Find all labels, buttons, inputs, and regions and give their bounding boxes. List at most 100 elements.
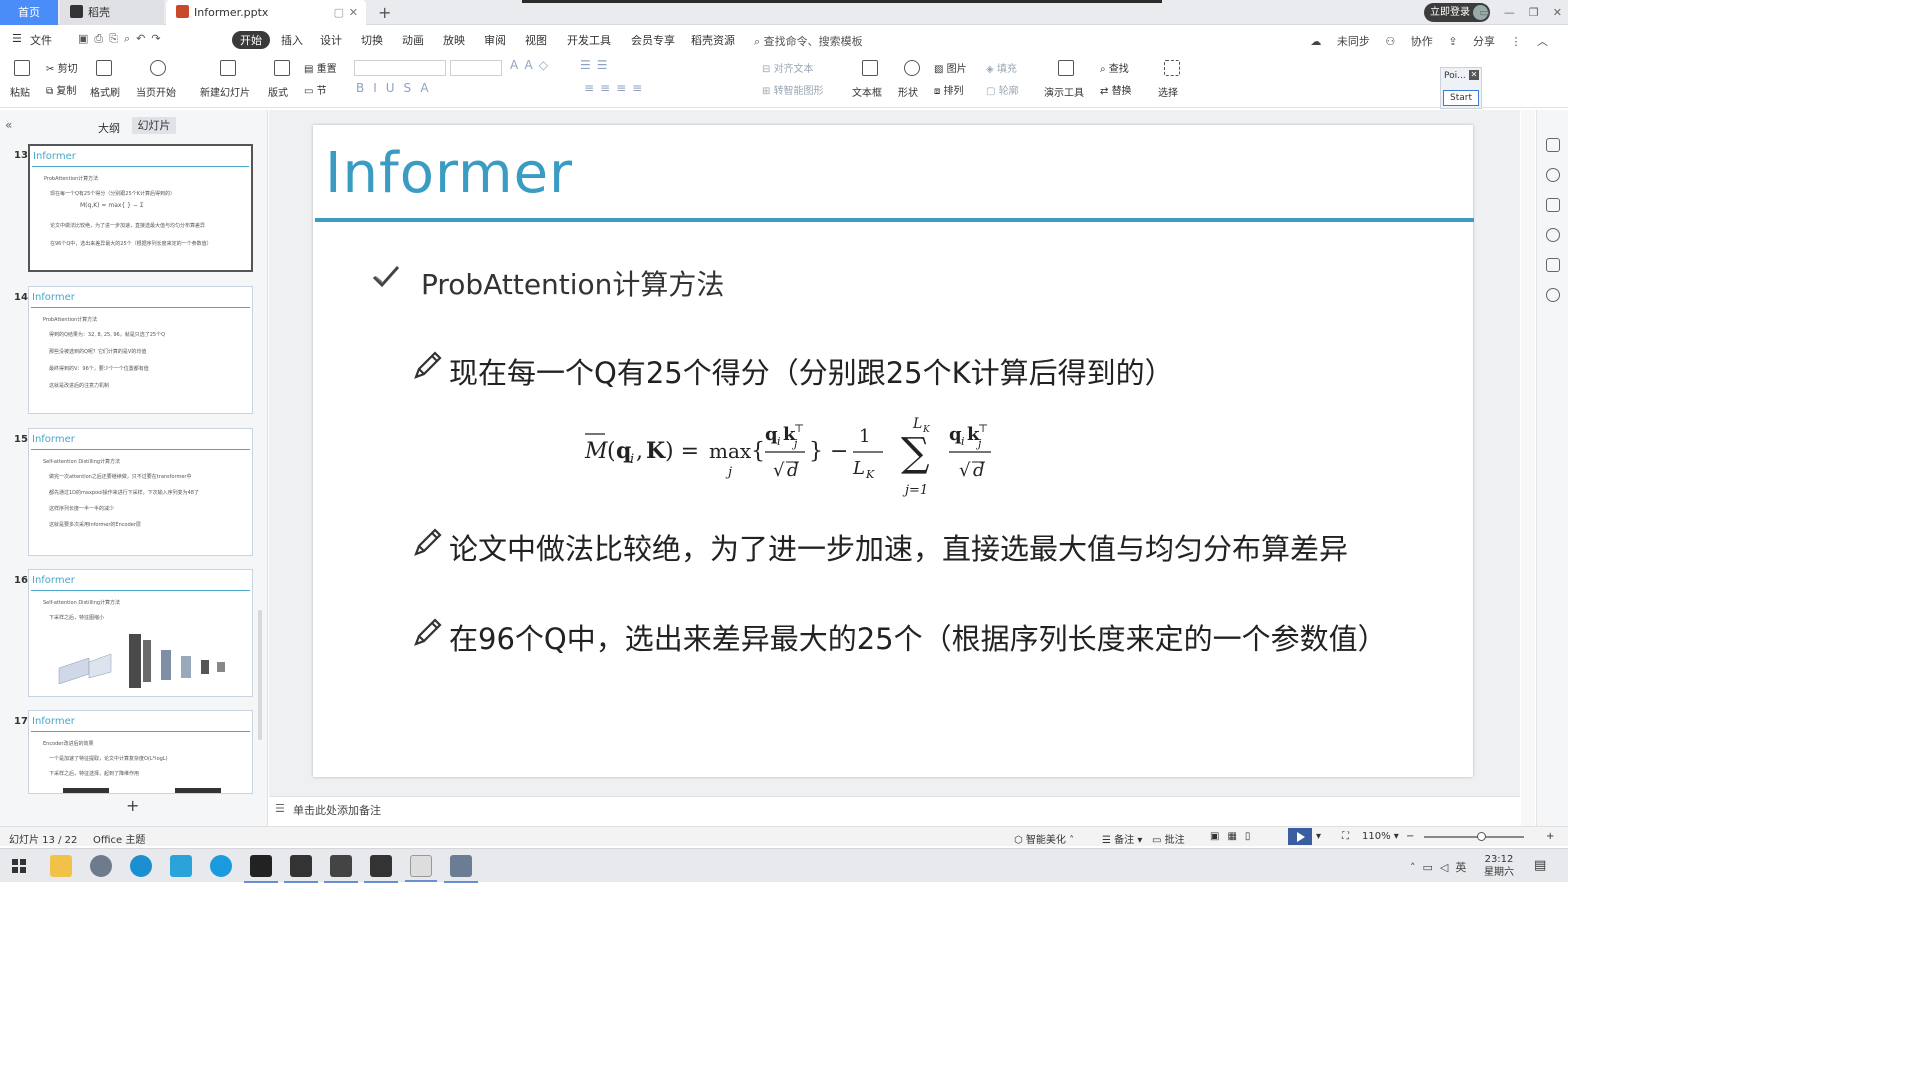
thumbnail-scrollbar[interactable] (258, 610, 262, 740)
tab-slides[interactable]: 幻灯片 (132, 117, 176, 134)
thumbnail-slide-15[interactable]: Informer Self-attention Distilling计算方法 做… (28, 428, 253, 556)
menu-slideshow[interactable]: 放映 (443, 32, 465, 48)
popup-close-icon[interactable]: ✕ (1469, 70, 1479, 80)
fill-button[interactable]: ◈ 填充 (986, 60, 1017, 75)
zoom-slider[interactable] (1424, 836, 1524, 838)
font-size-select[interactable] (450, 60, 502, 76)
zoom-slider-handle[interactable] (1477, 832, 1486, 841)
pycharm-icon[interactable] (244, 855, 278, 883)
app-icon[interactable] (364, 855, 398, 883)
app-icon[interactable] (210, 855, 232, 877)
paragraph-align-icons[interactable]: ≡≡≡≡ (584, 81, 648, 95)
format-painter-icon[interactable] (96, 60, 112, 76)
shape-button[interactable]: 形状 (898, 84, 918, 99)
thumbnail-slide-16[interactable]: Informer Self-attention Distilling计算方法 下… (28, 569, 253, 697)
add-slide-button[interactable]: + (126, 796, 139, 815)
settings-icon[interactable] (1546, 288, 1560, 302)
comments-button[interactable]: ▭ 批注 (1152, 831, 1185, 846)
slide-title[interactable]: Informer (325, 141, 573, 206)
section-button[interactable]: ▭ 节 (304, 82, 327, 97)
layout-button[interactable]: 版式 (268, 84, 288, 99)
file-explorer-icon[interactable] (50, 855, 72, 877)
hamburger-icon[interactable]: ☰ (12, 32, 22, 45)
tab-daoke[interactable]: 稻壳 (60, 0, 164, 25)
menu-insert[interactable]: 插入 (281, 32, 303, 48)
play-from-current-button[interactable]: 当页开始 (136, 84, 176, 99)
tray-expand-icon[interactable]: ˄ (1410, 861, 1416, 874)
pin-icon[interactable]: ▢ (334, 0, 344, 25)
beautify-button[interactable]: ⬡ 智能美化 ˄ (1014, 831, 1074, 846)
minimize-icon[interactable]: — (1504, 6, 1515, 19)
popup-start-button[interactable]: Start (1443, 90, 1479, 106)
menu-developer[interactable]: 开发工具 (567, 32, 611, 48)
slide-canvas[interactable]: Informer ProbAttention计算方法 现在每一个Q有25个得分（… (313, 125, 1474, 777)
copy-button[interactable]: ⧉ 复制 (46, 82, 76, 97)
fit-window-icon[interactable]: ⛶ (1342, 831, 1349, 842)
text-box-button[interactable]: 文本框 (852, 84, 882, 99)
notification-icon[interactable]: ▤ (1534, 858, 1546, 873)
menu-start[interactable]: 开始 (232, 31, 270, 49)
share-button[interactable]: ⇪ 分享 (1448, 35, 1495, 48)
close-window-icon[interactable]: ✕ (1553, 6, 1562, 19)
paste-button[interactable]: 粘贴 (10, 84, 30, 99)
input-language[interactable]: 英 (1455, 861, 1466, 874)
bullet-text[interactable]: 现在每一个Q有25个得分（分别跟25个K计算后得到的） (449, 350, 1174, 392)
layout-icon[interactable]: ▭ (1480, 6, 1490, 19)
select-button[interactable]: 选择 (1158, 84, 1178, 99)
format-painter-button[interactable]: 格式刷 (90, 84, 120, 99)
new-slide-button[interactable]: 新建幻灯片 (200, 84, 250, 99)
font-size-adjust-icons[interactable]: AA◇ (510, 58, 554, 72)
app-icon[interactable] (284, 855, 318, 883)
tab-home[interactable]: 首页 (0, 0, 58, 25)
new-slide-icon[interactable] (220, 60, 236, 76)
bullet-text[interactable]: 在96个Q中，选出来差异最大的25个（根据序列长度来定的一个参数值） (449, 616, 1387, 658)
zoom-out-button[interactable]: − (1406, 831, 1414, 842)
cut-button[interactable]: ✂ 剪切 (46, 60, 78, 75)
help-icon[interactable] (1546, 228, 1560, 242)
app-icon[interactable] (170, 855, 192, 877)
tab-document[interactable]: Informer.pptx ▢ ✕ (166, 0, 366, 25)
view-mode-icons[interactable]: ▣▦▯ (1210, 831, 1258, 842)
align-text-button[interactable]: ⊟ 对齐文本 (762, 60, 814, 75)
menu-review[interactable]: 审阅 (484, 32, 506, 48)
picture-button[interactable]: ▨ 图片 (934, 60, 967, 75)
volume-icon[interactable]: ◁ (1440, 861, 1448, 874)
arrange-button[interactable]: ⧈ 排列 (934, 82, 964, 97)
reset-button[interactable]: ▤ 重置 (304, 60, 337, 75)
layout-icon[interactable] (274, 60, 290, 76)
menu-file[interactable]: 文件 (30, 32, 52, 48)
menu-design[interactable]: 设计 (320, 32, 342, 48)
collab-button[interactable]: ⚇ 协作 (1385, 35, 1432, 48)
command-search[interactable]: ⌕ 查找命令、搜索模板 (754, 33, 863, 49)
editor-scrollbar[interactable] (1521, 110, 1535, 826)
new-tab-button[interactable]: + (378, 0, 391, 25)
edge-icon[interactable] (130, 855, 152, 877)
font-format-buttons[interactable]: BIUSA (356, 81, 438, 95)
menu-member[interactable]: 会员专享 (631, 32, 675, 48)
list-icons[interactable]: ☰☰ (580, 58, 614, 72)
text-box-icon[interactable] (862, 60, 878, 76)
menu-animation[interactable]: 动画 (402, 32, 424, 48)
windows-start-icon[interactable] (12, 859, 26, 873)
outline-button[interactable]: ▢ 轮廓 (986, 82, 1019, 97)
replace-button[interactable]: ⇄ 替换 (1100, 82, 1132, 97)
shape-icon[interactable] (904, 60, 920, 76)
zoom-level[interactable]: 110% ▾ (1362, 831, 1399, 842)
slides-icon[interactable] (1546, 198, 1560, 212)
find-button[interactable]: ⌕ 查找 (1100, 60, 1129, 75)
menu-transition[interactable]: 切换 (361, 32, 383, 48)
browser-icon[interactable] (90, 855, 112, 877)
maximize-icon[interactable]: ❐ (1529, 6, 1539, 19)
slide-subtitle[interactable]: ProbAttention计算方法 (421, 263, 724, 303)
menu-daoke-resources[interactable]: 稻壳资源 (691, 32, 735, 48)
notes-placeholder[interactable]: 单击此处添加备注 (293, 802, 381, 818)
sync-button[interactable]: ☁ 未同步 (1310, 35, 1370, 48)
notes-bar[interactable]: ☰ 单击此处添加备注 (269, 796, 1520, 820)
network-icon[interactable]: ▭ (1423, 861, 1433, 874)
more-icon[interactable]: ⋮ (1511, 35, 1522, 48)
bullet-text[interactable]: 论文中做法比较绝，为了进一步加速，直接选最大值与均匀分布算差异 (449, 526, 1348, 568)
app-icon[interactable] (444, 855, 478, 883)
font-family-select[interactable] (354, 60, 446, 76)
paste-icon[interactable] (14, 60, 30, 76)
notes-toggle-button[interactable]: ☰ 备注 ▾ (1102, 831, 1142, 846)
